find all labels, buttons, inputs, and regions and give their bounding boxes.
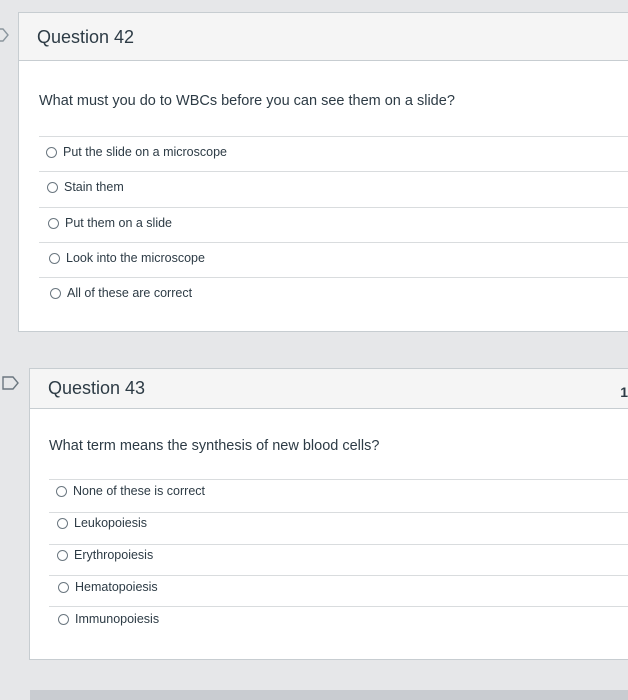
divider: [39, 242, 628, 243]
radio-button-icon[interactable]: [50, 287, 61, 299]
answer-option-label: Leukopoiesis: [74, 516, 147, 530]
answer-option-label: Immunopoiesis: [75, 612, 160, 626]
radio-button-icon[interactable]: [47, 181, 58, 193]
flag-icon[interactable]: [0, 28, 10, 42]
radio-button-icon[interactable]: [57, 549, 68, 561]
answer-option[interactable]: All of these are correct: [50, 286, 192, 300]
question-42-header: Question 42: [19, 13, 628, 61]
radio-button-icon[interactable]: [49, 252, 60, 264]
answer-option[interactable]: Erythropoiesis: [57, 548, 153, 562]
answer-option[interactable]: Leukopoiesis: [57, 516, 147, 530]
radio-button-icon[interactable]: [57, 517, 68, 529]
question-title: Question 42: [37, 27, 135, 47]
answer-option-label: Put the slide on a microscope: [63, 145, 227, 159]
answer-option[interactable]: Put them on a slide: [48, 216, 172, 230]
divider: [49, 575, 628, 576]
answer-option[interactable]: Immunopoiesis: [58, 612, 159, 626]
answer-option[interactable]: Stain them: [47, 180, 124, 194]
radio-button-icon[interactable]: [58, 581, 69, 593]
divider: [39, 207, 628, 208]
points-label: 1: [620, 384, 628, 400]
answer-option[interactable]: None of these is correct: [56, 484, 205, 498]
radio-button-icon[interactable]: [58, 613, 69, 625]
answer-option-label: Erythropoiesis: [74, 548, 154, 562]
question-prompt: What term means the synthesis of new blo…: [49, 438, 380, 454]
answer-option[interactable]: Hematopoiesis: [58, 580, 158, 594]
answer-option-label: Put them on a slide: [65, 216, 173, 230]
divider: [39, 136, 628, 137]
divider: [49, 544, 628, 545]
divider: [39, 171, 628, 172]
question-title: Question 43: [48, 378, 146, 398]
question-43-header: Question 43: [30, 369, 628, 409]
radio-button-icon[interactable]: [56, 485, 67, 497]
answer-option-label: Stain them: [64, 180, 124, 194]
answer-option[interactable]: Look into the microscope: [49, 251, 205, 265]
answer-option[interactable]: Put the slide on a microscope: [46, 145, 227, 159]
radio-button-icon[interactable]: [48, 217, 59, 229]
divider: [49, 479, 628, 480]
divider: [39, 277, 628, 278]
question-prompt: What must you do to WBCs before you can …: [39, 93, 455, 109]
question-42-card: Question 42 What must you do to WBCs bef…: [18, 12, 628, 332]
divider: [49, 606, 628, 607]
divider: [49, 512, 628, 513]
answer-option-label: All of these are correct: [67, 286, 193, 300]
next-card-edge: [30, 690, 628, 700]
answer-option-label: None of these is correct: [73, 484, 206, 498]
question-43-card: Question 43 What term means the synthesi…: [29, 368, 628, 660]
flag-icon[interactable]: [2, 376, 20, 390]
answer-option-label: Hematopoiesis: [75, 580, 158, 594]
answer-option-label: Look into the microscope: [66, 251, 205, 265]
radio-button-icon[interactable]: [46, 146, 57, 158]
